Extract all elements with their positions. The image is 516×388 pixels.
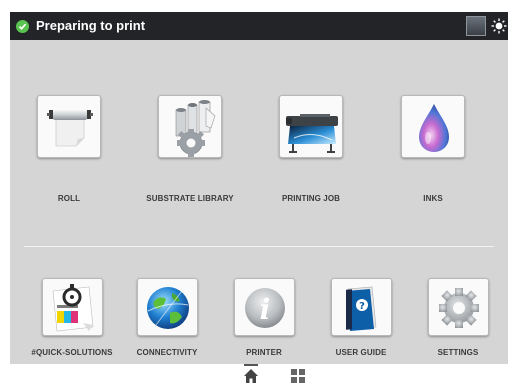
- svg-text:i: i: [260, 293, 271, 326]
- settings-label: SETTINGS: [437, 348, 479, 357]
- svg-text:?: ?: [359, 301, 365, 312]
- display-toggle-button[interactable]: [466, 16, 486, 36]
- printer-label: PRINTER: [246, 348, 282, 357]
- user-guide-tile[interactable]: ?: [331, 278, 392, 336]
- roll-icon: [47, 109, 93, 147]
- gear-icon: [439, 288, 479, 328]
- home-icon: [244, 369, 258, 383]
- nav-selected-indicator: [244, 364, 258, 366]
- grid-view-button[interactable]: [290, 368, 306, 384]
- user-guide-label: USER GUIDE: [335, 348, 387, 357]
- user-guide-icon: ?: [346, 286, 377, 331]
- printer-tile[interactable]: i: [234, 278, 295, 336]
- printer-icon: [286, 114, 338, 153]
- printing-job-tile[interactable]: [279, 95, 343, 158]
- grid-icon: [291, 369, 305, 383]
- substrate-library-icon: [175, 100, 216, 157]
- check-icon: [16, 20, 29, 33]
- globe-icon: [147, 287, 189, 329]
- info-icon: i: [245, 288, 285, 328]
- quick-solutions-tile[interactable]: [42, 278, 103, 336]
- main-panel: ROLL SUBSTRATE LIBRARY PRINTING JOB INKS…: [10, 40, 508, 388]
- printing-job-label: PRINTING JOB: [281, 194, 341, 203]
- roll-label: ROLL: [57, 194, 81, 203]
- substrate-library-tile[interactable]: [158, 95, 222, 158]
- quick-solutions-label: #QUICK-SOLUTIONS: [31, 348, 113, 357]
- divider: [24, 246, 494, 247]
- ink-drop-icon: [419, 104, 449, 152]
- top-status-bar: Preparing to print: [10, 12, 508, 40]
- sun-icon: [491, 18, 507, 34]
- inks-label: INKS: [423, 194, 443, 203]
- settings-tile[interactable]: [428, 278, 489, 336]
- bottom-nav: [10, 364, 508, 388]
- brightness-button[interactable]: [490, 16, 508, 36]
- substrate-library-label: SUBSTRATE LIBRARY: [146, 194, 234, 203]
- home-button[interactable]: [243, 368, 259, 384]
- roll-tile[interactable]: [37, 95, 101, 158]
- connectivity-tile[interactable]: [137, 278, 198, 336]
- connectivity-label: CONNECTIVITY: [136, 348, 198, 357]
- inks-tile[interactable]: [401, 95, 465, 158]
- status-text: Preparing to print: [36, 18, 146, 33]
- quick-solutions-icon: [52, 284, 94, 332]
